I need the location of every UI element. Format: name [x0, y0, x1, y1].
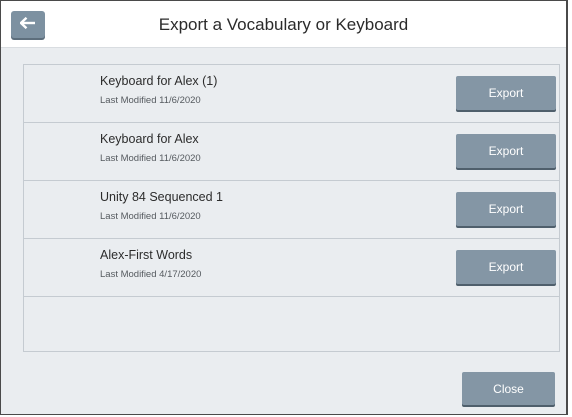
item-name: Keyboard for Alex (1) — [100, 74, 218, 88]
item-modified-date: Last Modified 11/6/2020 — [100, 211, 201, 222]
item-name: Keyboard for Alex — [100, 132, 199, 146]
item-modified-date: Last Modified 11/6/2020 — [100, 95, 201, 106]
item-name: Alex-First Words — [100, 248, 193, 262]
export-button[interactable]: Export — [456, 76, 556, 110]
export-dialog: Export a Vocabulary or Keyboard Keyboard… — [0, 0, 568, 415]
list-item: Unity 84 Sequenced 1 Last Modified 11/6/… — [24, 181, 559, 239]
list-item: Keyboard for Alex Last Modified 11/6/202… — [24, 123, 559, 181]
vocabulary-list: Keyboard for Alex (1) Last Modified 11/6… — [23, 64, 560, 352]
export-button[interactable]: Export — [456, 250, 556, 284]
close-button[interactable]: Close — [462, 372, 555, 405]
item-modified-date: Last Modified 11/6/2020 — [100, 153, 201, 164]
export-button[interactable]: Export — [456, 192, 556, 226]
list-item: Keyboard for Alex (1) Last Modified 11/6… — [24, 65, 559, 123]
title-bar: Export a Vocabulary or Keyboard — [1, 1, 566, 48]
item-modified-date: Last Modified 4/17/2020 — [100, 269, 202, 280]
export-button[interactable]: Export — [456, 134, 556, 168]
dialog-title: Export a Vocabulary or Keyboard — [158, 15, 409, 34]
item-name: Unity 84 Sequenced 1 — [100, 190, 224, 204]
list-item: Alex-First Words Last Modified 4/17/2020… — [24, 239, 559, 297]
